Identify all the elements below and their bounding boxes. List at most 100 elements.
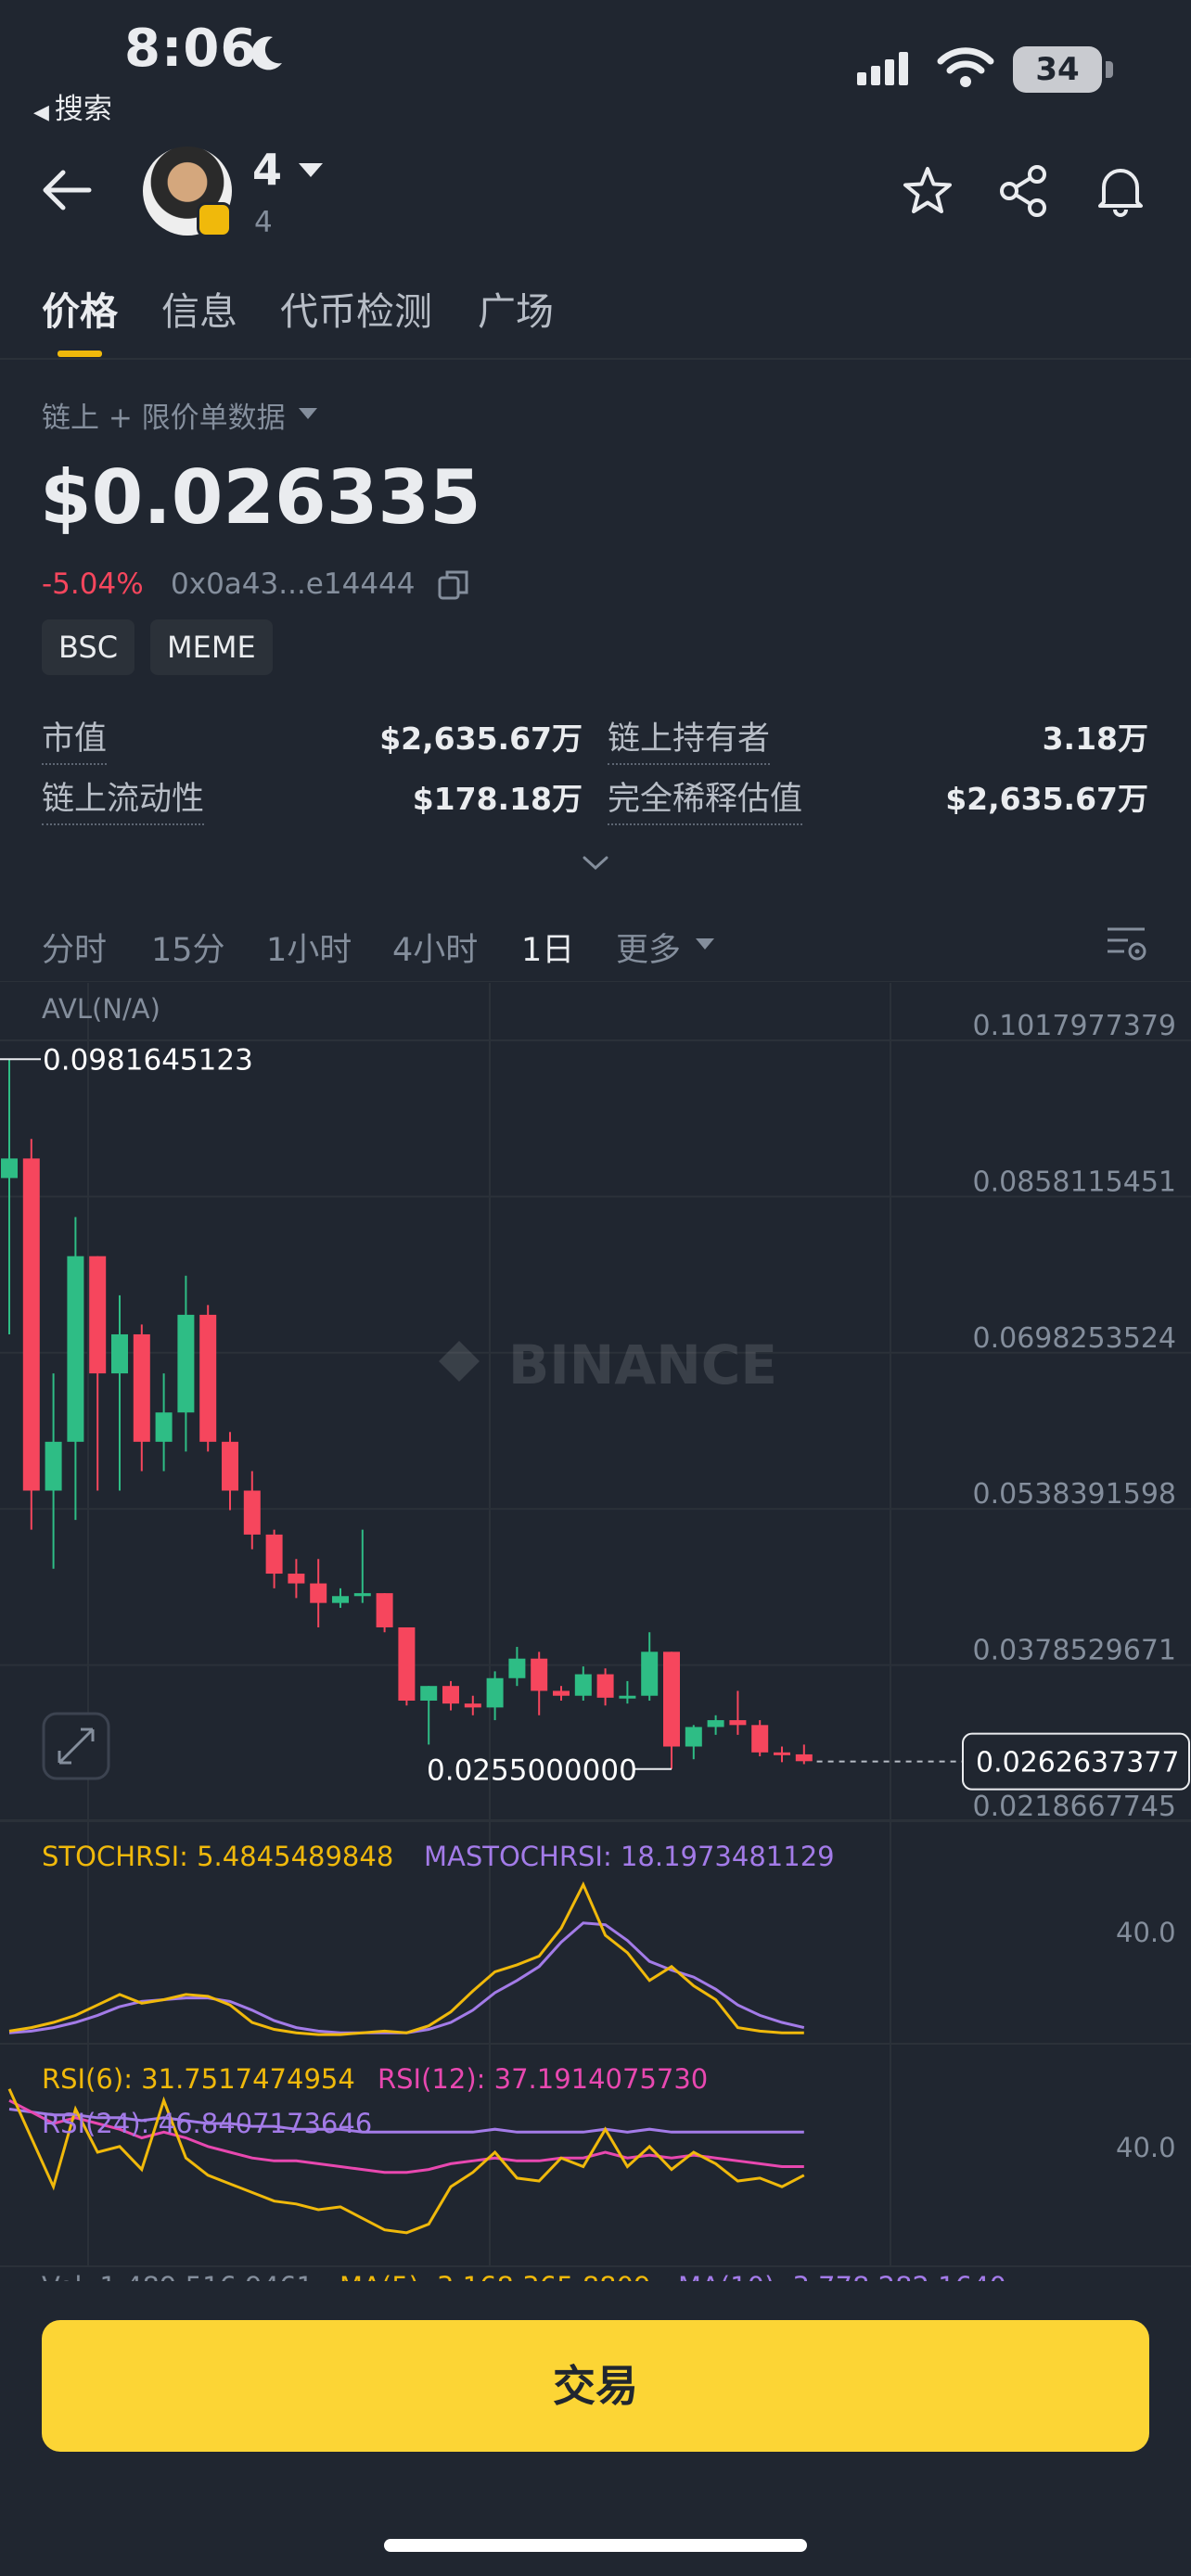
cellular-signal-icon [857, 52, 908, 85]
stat-holders-value: 3.18万 [1042, 721, 1148, 757]
timeframe-more-caret-icon[interactable] [696, 938, 714, 950]
category-tag[interactable]: MEME [150, 619, 273, 675]
timeframe-15m[interactable]: 15分 [151, 924, 225, 971]
candle-body [353, 1593, 371, 1597]
stat-holders-label[interactable]: 链上持有者 [608, 712, 771, 765]
candle [508, 1647, 526, 1687]
copy-icon[interactable] [436, 567, 471, 603]
candle [177, 1275, 195, 1452]
price-axis-label: 0.0378529671 [973, 1635, 1177, 1667]
candle [155, 1373, 173, 1472]
candle [795, 1744, 813, 1765]
candle-body [243, 1490, 261, 1535]
tab-price[interactable]: 价格 [42, 280, 118, 336]
candle [243, 1471, 261, 1549]
candle-body [288, 1574, 305, 1584]
candle [751, 1720, 769, 1757]
token-subtitle: 4 [254, 206, 273, 239]
battery-level: 34 [1013, 46, 1102, 93]
data-source-selector[interactable]: 链上 + 限价单数据 [42, 394, 286, 436]
binance-logo-icon [439, 1341, 480, 1382]
share-icon[interactable] [998, 163, 1050, 219]
candle-body [133, 1333, 150, 1442]
candle [45, 1373, 62, 1569]
candle-body [310, 1583, 327, 1603]
candle [398, 1626, 416, 1706]
candle-body [420, 1686, 438, 1701]
price-chart[interactable]: 0.1017977379 0.0858115451 0.0698253524 0.05… [0, 981, 1191, 2281]
candle-body [553, 1690, 570, 1696]
timeframe-4h[interactable]: 4小时 [392, 924, 478, 971]
candle [353, 1529, 371, 1603]
candle [574, 1666, 592, 1701]
candle-body [22, 1158, 40, 1491]
candle-body [222, 1441, 238, 1491]
chain-tag[interactable]: BSC [42, 619, 135, 675]
candle-body [508, 1658, 526, 1678]
price-axis-label: 0.0698253524 [973, 1322, 1177, 1355]
current-price: $0.026335 [40, 454, 481, 541]
tab-square[interactable]: 广场 [478, 280, 554, 336]
candle [22, 1139, 40, 1530]
tabs-divider [0, 358, 1191, 360]
token-dropdown-caret-icon[interactable] [299, 163, 323, 177]
candle [222, 1432, 238, 1511]
candle [729, 1690, 747, 1735]
timeframe-more[interactable]: 更多 [616, 924, 681, 971]
price-axis-label: 0.1017977379 [973, 1010, 1177, 1042]
candle-body [574, 1674, 592, 1696]
moon-icon [251, 36, 282, 70]
candle-body [641, 1651, 659, 1696]
chart-settings-icon[interactable] [1104, 924, 1148, 964]
price-change-percent: -5.04% [42, 567, 144, 601]
candle-body [751, 1725, 769, 1753]
candle [89, 1256, 107, 1491]
favorite-star-icon[interactable] [902, 165, 954, 217]
price-axis-label: 0.0538391598 [973, 1478, 1177, 1511]
candle [199, 1305, 217, 1452]
avl-indicator-label: AVL(N/A) [42, 993, 160, 1025]
stat-fdv-label[interactable]: 完全稀释估值 [608, 772, 803, 825]
timeframe-line[interactable]: 分时 [42, 924, 107, 971]
candle-body [45, 1441, 62, 1491]
candle-body [1, 1158, 18, 1179]
volume-ma10-label: MA(10): 3,778,282.1640 [678, 2271, 1006, 2281]
candle-body [774, 1752, 790, 1755]
tab-token-check[interactable]: 代币检测 [280, 280, 432, 336]
stat-market-cap-label[interactable]: 市值 [42, 712, 108, 765]
candle-body [795, 1753, 813, 1762]
active-tab-indicator [58, 351, 102, 357]
candle [111, 1294, 128, 1491]
expand-chevron-down-icon[interactable] [581, 853, 610, 874]
timeframe-1d[interactable]: 1日 [521, 924, 574, 971]
back-to-search-link[interactable]: ◀ 搜索 [33, 85, 112, 127]
candle-body [398, 1626, 416, 1701]
price-axis-label: 0.0858115451 [973, 1166, 1177, 1198]
tab-info[interactable]: 信息 [161, 280, 237, 336]
back-arrow-icon[interactable] [41, 167, 93, 213]
fullscreen-button[interactable] [42, 1712, 110, 1780]
wifi-icon [937, 47, 994, 87]
candle-body [111, 1333, 128, 1374]
candle-body [265, 1534, 283, 1575]
trade-button[interactable]: 交易 [42, 2320, 1149, 2452]
candle [663, 1651, 680, 1769]
candle-body [442, 1686, 459, 1704]
candle [310, 1559, 327, 1627]
watermark-text: BINANCE [508, 1333, 777, 1396]
candle [442, 1680, 459, 1711]
rsi6-label: RSI(6): 31.7517474954 [42, 2063, 355, 2095]
candle [531, 1651, 548, 1715]
home-indicator [384, 2539, 807, 2552]
stat-liquidity-label[interactable]: 链上流动性 [42, 772, 205, 825]
candle-body [619, 1695, 636, 1699]
stochrsi-label: STOCHRSI: 5.4845489848 [42, 1841, 393, 1872]
data-source-caret-icon[interactable] [299, 408, 317, 419]
alert-bell-icon[interactable] [1095, 161, 1146, 219]
candle-body [707, 1720, 724, 1728]
token-name[interactable]: 4 [252, 145, 282, 195]
timeframe-1h[interactable]: 1小时 [266, 924, 352, 971]
stat-fdv-value: $2,635.67万 [945, 781, 1148, 817]
bnb-chain-badge-icon [197, 202, 232, 237]
candle [641, 1632, 659, 1701]
